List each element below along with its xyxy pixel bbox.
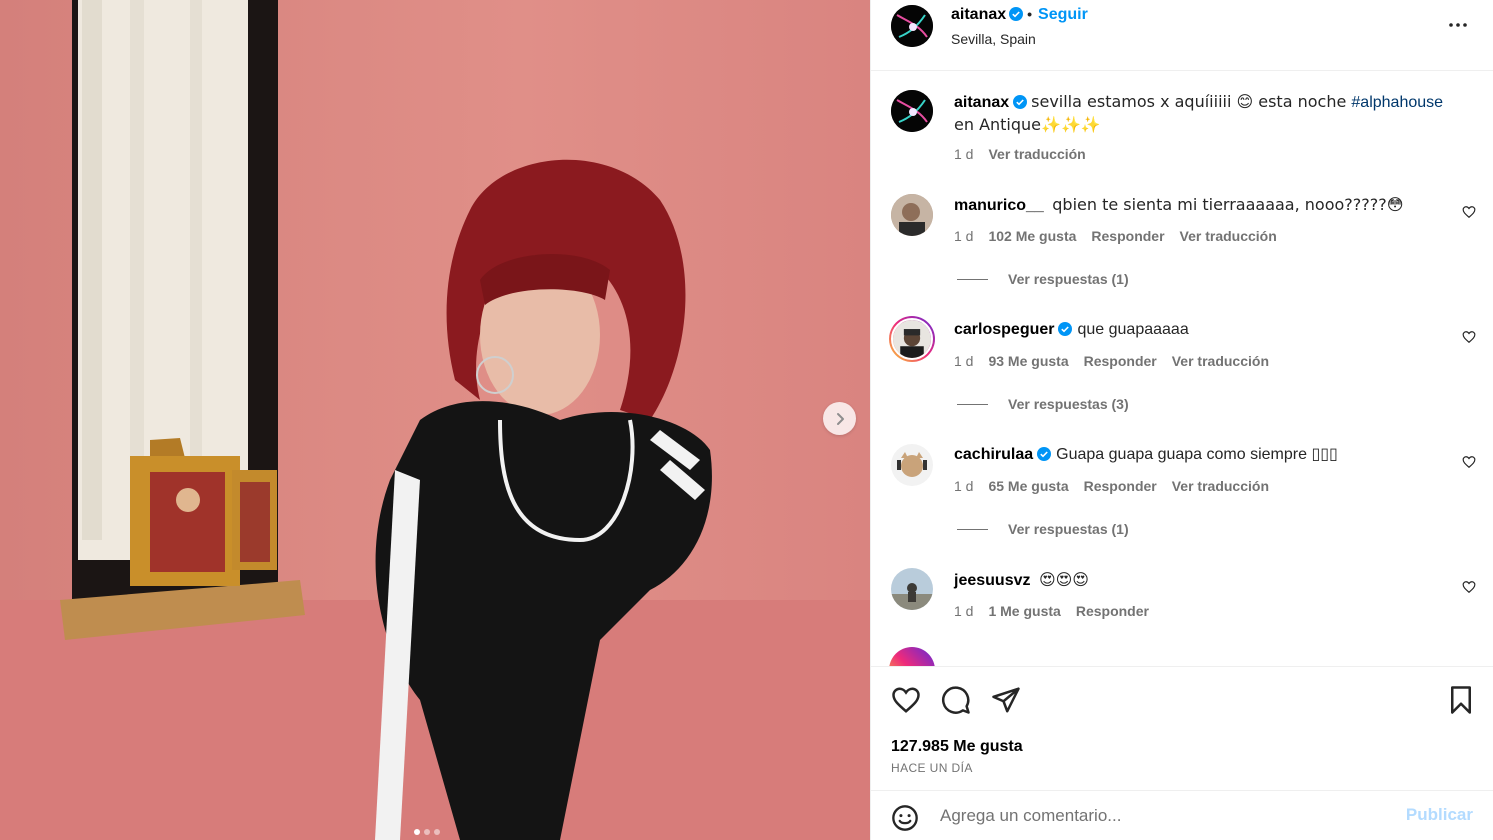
author-username-row: aitanax • Seguir — [951, 6, 1088, 24]
caption-username[interactable]: aitanax — [954, 94, 1009, 111]
like-comment-heart-icon[interactable] — [1462, 455, 1476, 469]
save-bookmark-icon[interactable] — [1446, 685, 1476, 715]
reply-button[interactable]: Responder — [1084, 478, 1157, 494]
comment-body: que guapaaaaa — [1077, 321, 1189, 338]
follow-button[interactable]: Seguir — [1038, 6, 1088, 23]
comments-list[interactable]: aitanax sevilla estamos x aquíiiiii 😊 est… — [871, 71, 1493, 666]
comment-text: cachirulaa Guapa guapa guapa como siempre… — [954, 444, 1454, 466]
post-actions: 127.985 Me gusta HACE UN DÍA Publicar — [871, 666, 1493, 840]
comment-body: 😍😍😍 — [1038, 570, 1089, 589]
comment-body: Guapa guapa guapa como siempre ▯▯▯ — [1056, 446, 1338, 463]
carousel-dot — [434, 829, 440, 835]
carousel-indicator — [414, 829, 440, 835]
caption-body-line2: en Antique✨✨✨ — [954, 115, 1101, 134]
post-date: HACE UN DÍA — [891, 761, 973, 775]
view-replies-label: Ver respuestas (1) — [1008, 521, 1129, 537]
avatar-image — [891, 568, 933, 610]
verified-badge-icon — [1058, 322, 1073, 336]
reply-button[interactable]: Responder — [1076, 603, 1149, 619]
commenter-avatar[interactable] — [891, 194, 933, 236]
photo-illustration — [0, 0, 870, 840]
hashtag-link[interactable]: #alphahouse — [1351, 94, 1443, 111]
commenter-avatar-story-ring[interactable] — [889, 316, 935, 362]
translate-link[interactable]: Ver traducción — [1180, 228, 1277, 244]
commenter-avatar[interactable] — [891, 568, 933, 610]
comment-text: manurico__ qbien te sienta mi tierraaaaa… — [954, 194, 1454, 217]
carousel-dot — [414, 829, 420, 835]
comment-meta: 1 d 65 Me gusta Responder Ver traducción — [954, 478, 1269, 494]
view-replies-button[interactable]: Ver respuestas (3) — [957, 396, 1129, 412]
add-comment-bar: Publicar — [871, 790, 1493, 840]
reply-button[interactable]: Responder — [1084, 353, 1157, 369]
like-heart-icon[interactable] — [891, 685, 921, 715]
replies-divider — [957, 403, 988, 405]
comment-time[interactable]: 1 d — [954, 353, 973, 369]
comment-username[interactable]: manurico__ — [954, 197, 1044, 214]
more-horizontal-icon[interactable] — [1447, 14, 1469, 36]
comment-time[interactable]: 1 d — [954, 228, 973, 244]
comment-username[interactable]: jeesuusvz — [954, 572, 1030, 589]
verified-badge-icon — [1037, 447, 1052, 461]
comment-text: carlospeguer que guapaaaaa — [954, 319, 1454, 341]
avatar-image — [891, 444, 933, 486]
publish-button[interactable]: Publicar — [1406, 805, 1473, 825]
chevron-right-icon — [836, 412, 844, 425]
replies-divider — [957, 528, 988, 530]
comment-meta: 1 d 1 Me gusta Responder — [954, 603, 1149, 619]
caption-body: sevilla estamos x aquíiiiii 😊 esta noche — [1031, 92, 1352, 111]
caption-meta: 1 d Ver traducción — [954, 146, 1086, 162]
instagram-post-modal: aitanax • Seguir Sevilla, Spain aitanax sev… — [0, 0, 1493, 840]
post-side-panel: aitanax • Seguir Sevilla, Spain aitanax sev… — [870, 0, 1493, 840]
commenter-avatar-partial[interactable] — [889, 647, 935, 666]
avatar-image — [891, 318, 933, 360]
caption-time[interactable]: 1 d — [954, 146, 973, 162]
carousel-next-button[interactable] — [823, 402, 856, 435]
comment-time[interactable]: 1 d — [954, 478, 973, 494]
comment-likes[interactable]: 93 Me gusta — [988, 353, 1068, 369]
comment-likes[interactable]: 1 Me gusta — [988, 603, 1060, 619]
view-replies-button[interactable]: Ver respuestas (1) — [957, 521, 1129, 537]
comment-username[interactable]: carlospeguer — [954, 321, 1054, 338]
carousel-dot — [424, 829, 430, 835]
comment-username[interactable]: cachirulaa — [954, 446, 1033, 463]
caption-text: aitanax sevilla estamos x aquíiiiii 😊 est… — [954, 91, 1454, 137]
commenter-avatar[interactable] — [891, 444, 933, 486]
verified-badge-icon — [1013, 95, 1028, 109]
reply-button[interactable]: Responder — [1091, 228, 1164, 244]
translate-link[interactable]: Ver traducción — [988, 146, 1085, 162]
comment-likes[interactable]: 65 Me gusta — [988, 478, 1068, 494]
translate-link[interactable]: Ver traducción — [1172, 478, 1269, 494]
translate-link[interactable]: Ver traducción — [1172, 353, 1269, 369]
comment-meta: 1 d 102 Me gusta Responder Ver traducció… — [954, 228, 1277, 244]
view-replies-label: Ver respuestas (3) — [1008, 396, 1129, 412]
view-replies-label: Ver respuestas (1) — [1008, 271, 1129, 287]
comment-text: jeesuusvz 😍😍😍 — [954, 569, 1454, 592]
post-photo — [0, 0, 870, 840]
author-avatar[interactable] — [891, 5, 933, 47]
like-comment-heart-icon[interactable] — [1462, 330, 1476, 344]
avatar-image — [891, 194, 933, 236]
separator-dot: • — [1027, 6, 1033, 22]
replies-divider — [957, 278, 988, 280]
share-paper-plane-icon[interactable] — [991, 685, 1021, 715]
avatar-image — [891, 5, 933, 47]
author-username[interactable]: aitanax — [951, 6, 1006, 23]
comment-meta: 1 d 93 Me gusta Responder Ver traducción — [954, 353, 1269, 369]
comment-input[interactable] — [940, 803, 1390, 829]
like-comment-heart-icon[interactable] — [1462, 205, 1476, 219]
comment-bubble-icon[interactable] — [941, 685, 971, 715]
comment-time[interactable]: 1 d — [954, 603, 973, 619]
comment-likes[interactable]: 102 Me gusta — [988, 228, 1076, 244]
like-comment-heart-icon[interactable] — [1462, 580, 1476, 594]
post-header: aitanax • Seguir Sevilla, Spain — [871, 0, 1493, 71]
post-location[interactable]: Sevilla, Spain — [951, 31, 1036, 47]
emoji-icon[interactable] — [891, 804, 919, 832]
avatar-image — [891, 90, 933, 132]
caption-author-avatar[interactable] — [891, 90, 933, 132]
view-replies-button[interactable]: Ver respuestas (1) — [957, 271, 1129, 287]
comment-body: qbien te sienta mi tierraaaaaa, nooo????… — [1052, 195, 1404, 214]
verified-badge-icon — [1009, 7, 1024, 21]
post-like-count[interactable]: 127.985 Me gusta — [891, 738, 1023, 756]
